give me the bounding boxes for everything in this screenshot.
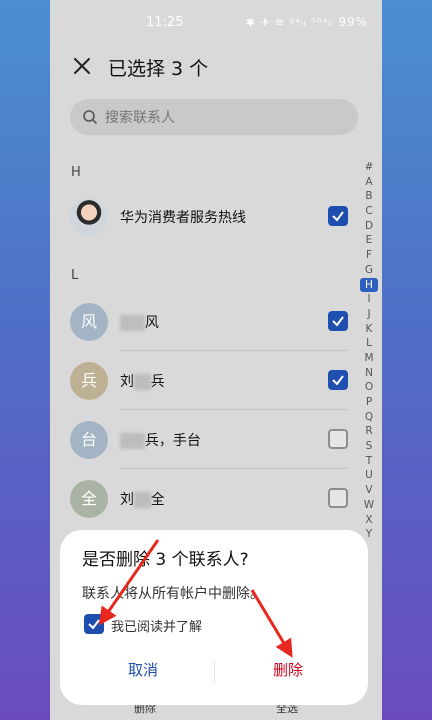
contact-row[interactable]: 华为消费者服务热线 bbox=[50, 187, 360, 245]
contact-name: 华为消费者服务热线 bbox=[120, 210, 246, 226]
contact-checkbox[interactable] bbox=[328, 311, 348, 331]
alpha-index-letter[interactable]: C bbox=[360, 204, 378, 219]
acknowledge-label: 我已阅读并了解 bbox=[111, 620, 203, 635]
alpha-index-letter[interactable]: # bbox=[360, 160, 378, 175]
section-header-l: L bbox=[71, 268, 79, 283]
alpha-index-letter[interactable]: H bbox=[360, 277, 378, 293]
contact-row[interactable]: 台 xxx兵，手台 bbox=[50, 410, 360, 468]
status-indicators: ✱ ✈ ≋ ᵍᵃᵢₗ ⁵ᴳᵃᵢₗ bbox=[245, 16, 334, 29]
avatar bbox=[70, 198, 108, 236]
alpha-index-letter[interactable]: A bbox=[360, 175, 378, 190]
alpha-index-letter[interactable]: B bbox=[360, 189, 378, 204]
avatar: 风 bbox=[70, 303, 108, 341]
alpha-index-letter[interactable]: J bbox=[360, 307, 378, 322]
contact-name: xxx风 bbox=[120, 312, 159, 332]
contact-name: 刘xx兵 bbox=[120, 371, 165, 391]
alpha-index-letter[interactable]: T bbox=[360, 454, 378, 469]
alpha-index-letter[interactable]: E bbox=[360, 233, 378, 248]
redacted-text: xx bbox=[134, 492, 151, 508]
alpha-index-letter[interactable]: M bbox=[360, 351, 378, 366]
alpha-index-letter[interactable]: X bbox=[360, 513, 378, 528]
contact-name-part: 刘 bbox=[120, 492, 134, 508]
avatar: 台 bbox=[70, 421, 108, 459]
contact-checkbox[interactable] bbox=[328, 206, 348, 226]
alpha-index-letter[interactable]: S bbox=[360, 439, 378, 454]
search-input[interactable] bbox=[103, 99, 347, 137]
top-bar: 已选择 3 个 bbox=[50, 44, 382, 90]
status-icons: ✱ ✈ ≋ ᵍᵃᵢₗ ⁵ᴳᵃᵢₗ 99% bbox=[246, 15, 368, 29]
redacted-text: xxx bbox=[120, 433, 145, 449]
alpha-index-letter[interactable]: Q bbox=[360, 410, 378, 425]
delete-confirm-dialog: 是否删除 3 个联系人? 联系人将从所有帐户中删除。 我已阅读并了解 取消 删除 bbox=[60, 530, 368, 705]
alpha-index-letter[interactable]: K bbox=[360, 322, 378, 337]
status-time: 11:25 bbox=[146, 15, 184, 30]
alpha-index-letter[interactable]: R bbox=[360, 424, 378, 439]
alpha-index-letter[interactable]: O bbox=[360, 380, 378, 395]
avatar: 兵 bbox=[70, 362, 108, 400]
status-bar: 11:25 ✱ ✈ ≋ ᵍᵃᵢₗ ⁵ᴳᵃᵢₗ 99% bbox=[50, 0, 382, 44]
alpha-index-letter[interactable]: P bbox=[360, 395, 378, 410]
contact-row[interactable]: 兵 刘xx兵 bbox=[50, 351, 360, 409]
contact-name-part: 刘 bbox=[120, 374, 134, 390]
check-icon bbox=[88, 619, 100, 630]
alpha-index-letter[interactable]: D bbox=[360, 219, 378, 234]
contact-checkbox[interactable] bbox=[328, 429, 348, 449]
contact-name-part: 兵，手台 bbox=[144, 433, 201, 449]
acknowledge-checkbox[interactable] bbox=[84, 614, 104, 634]
alpha-index-letter[interactable]: F bbox=[360, 248, 378, 263]
contact-row[interactable]: 全 刘xx全 bbox=[50, 469, 360, 527]
alpha-index-letter[interactable]: G bbox=[360, 263, 378, 278]
redacted-text: xx bbox=[134, 374, 151, 390]
alpha-index-letter[interactable]: V bbox=[360, 483, 378, 498]
contact-row[interactable]: 风 xxx风 bbox=[50, 292, 360, 350]
alpha-index-letter[interactable]: L bbox=[360, 336, 378, 351]
alpha-index-letter[interactable]: W bbox=[360, 498, 378, 513]
close-icon bbox=[74, 58, 90, 74]
battery-percent: 99% bbox=[338, 15, 368, 29]
contact-checkbox[interactable] bbox=[328, 488, 348, 508]
cancel-button[interactable]: 取消 bbox=[128, 659, 158, 680]
dialog-title: 是否删除 3 个联系人? bbox=[82, 550, 249, 570]
check-icon bbox=[332, 316, 344, 327]
contact-name-part: 全 bbox=[150, 492, 165, 508]
search-bar[interactable] bbox=[70, 99, 358, 137]
confirm-delete-button[interactable]: 删除 bbox=[273, 659, 303, 680]
contact-checkbox[interactable] bbox=[328, 370, 348, 390]
redacted-text: xxx bbox=[120, 315, 145, 331]
section-header-h: H bbox=[71, 165, 81, 180]
dialog-message: 联系人将从所有帐户中删除。 bbox=[82, 586, 264, 602]
avatar: 全 bbox=[70, 480, 108, 518]
search-icon bbox=[83, 110, 97, 124]
contact-name: 刘xx全 bbox=[120, 489, 165, 509]
close-button[interactable] bbox=[70, 54, 94, 78]
check-icon bbox=[332, 211, 344, 222]
contact-name-part: 兵 bbox=[150, 374, 165, 390]
button-divider bbox=[214, 660, 215, 684]
alphabet-index[interactable]: # A B C D E F G H I J K L M N O P Q R S T U V W X Y bbox=[360, 160, 378, 542]
check-icon bbox=[332, 375, 344, 386]
contact-name: xxx兵，手台 bbox=[120, 430, 201, 450]
alpha-index-letter[interactable]: I bbox=[360, 292, 378, 307]
contact-name-part: 风 bbox=[144, 315, 159, 331]
page-title: 已选择 3 个 bbox=[108, 58, 209, 80]
alpha-index-letter[interactable]: U bbox=[360, 468, 378, 483]
alpha-index-letter[interactable]: N bbox=[360, 366, 378, 381]
